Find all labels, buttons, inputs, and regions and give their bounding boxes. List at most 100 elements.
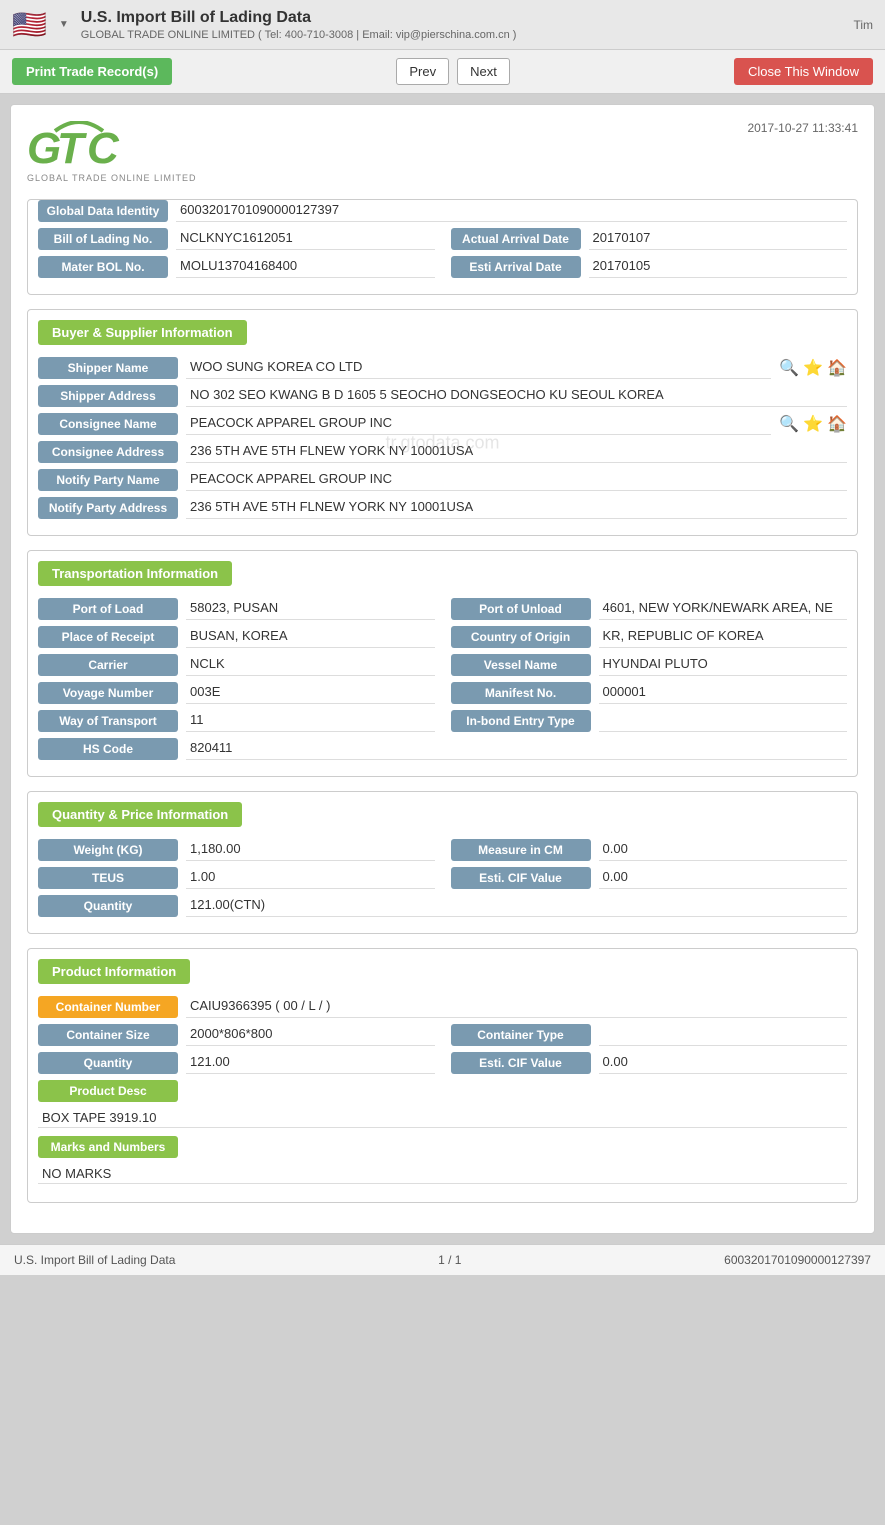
print-button[interactable]: Print Trade Record(s): [12, 58, 172, 85]
container-number-label: Container Number: [38, 996, 178, 1018]
notify-party-name-row: Notify Party Name PEACOCK APPAREL GROUP …: [38, 469, 847, 491]
port-of-unload-label: Port of Unload: [451, 598, 591, 620]
qp-row-2: TEUS 1.00 Esti. CIF Value 0.00: [38, 867, 847, 895]
footer-middle: 1 / 1: [438, 1253, 461, 1267]
search-icon[interactable]: 🔍: [779, 358, 799, 378]
marks-numbers-section: Marks and Numbers NO MARKS: [38, 1136, 847, 1184]
product-quantity-value: 121.00: [186, 1052, 435, 1074]
container-size-row: Container Size 2000*806*800: [38, 1024, 435, 1046]
product-esti-cif-row: Esti. CIF Value 0.00: [451, 1052, 848, 1074]
product-content: Container Number CAIU9366395 ( 00 / L / …: [28, 990, 857, 1202]
consignee-name-value: PEACOCK APPAREL GROUP INC: [186, 413, 771, 435]
top-bar: 🇺🇸 ▼ U.S. Import Bill of Lading Data GLO…: [0, 0, 885, 50]
port-of-load-label: Port of Load: [38, 598, 178, 620]
actual-arrival-row: Actual Arrival Date 20170107: [451, 228, 848, 250]
inbond-entry-value: [599, 710, 848, 732]
product-title: Product Information: [38, 959, 190, 984]
shipper-address-value: NO 302 SEO KWANG B D 1605 5 SEOCHO DONGS…: [186, 385, 847, 407]
quantity-price-content: Weight (KG) 1,180.00 Measure in CM 0.00 …: [28, 833, 857, 933]
prev-button[interactable]: Prev: [396, 58, 449, 85]
buyer-supplier-content: tr.gtodata.com Shipper Name WOO SUNG KOR…: [28, 351, 857, 535]
container-number-value: CAIU9366395 ( 00 / L / ): [186, 996, 847, 1018]
product-desc-label: Product Desc: [38, 1080, 178, 1102]
svg-text:C: C: [87, 124, 120, 173]
way-of-transport-label: Way of Transport: [38, 710, 178, 732]
weight-value: 1,180.00: [186, 839, 435, 861]
esti-cif-value: 0.00: [599, 867, 848, 889]
weight-label: Weight (KG): [38, 839, 178, 861]
buyer-supplier-title: Buyer & Supplier Information: [38, 320, 247, 345]
voyage-number-label: Voyage Number: [38, 682, 178, 704]
esti-arrival-value: 20170105: [589, 256, 848, 278]
inbond-entry-label: In-bond Entry Type: [451, 710, 591, 732]
port-of-unload-value: 4601, NEW YORK/NEWARK AREA, NE: [599, 598, 848, 620]
teus-value: 1.00: [186, 867, 435, 889]
marks-numbers-value: NO MARKS: [38, 1164, 847, 1184]
notify-party-address-value: 236 5TH AVE 5TH FLNEW YORK NY 10001USA: [186, 497, 847, 519]
place-of-receipt-value: BUSAN, KOREA: [186, 626, 435, 648]
esti-arrival-label: Esti Arrival Date: [451, 256, 581, 278]
logo-svg: G T C: [27, 121, 157, 181]
marks-numbers-label: Marks and Numbers: [38, 1136, 178, 1158]
master-bol-value: MOLU13704168400: [176, 256, 435, 278]
consignee-star-icon[interactable]: ⭐: [803, 414, 823, 434]
dropdown-arrow-icon[interactable]: ▼: [59, 19, 69, 30]
bol-label: Bill of Lading No.: [38, 228, 168, 250]
container-type-label: Container Type: [451, 1024, 591, 1046]
qp-quantity-row: Quantity 121.00(CTN): [38, 895, 847, 917]
global-data-identity-label: Global Data Identity: [38, 200, 168, 222]
carrier-row: Carrier NCLK: [38, 654, 435, 676]
measure-row: Measure in CM 0.00: [451, 839, 848, 861]
actual-arrival-value: 20170107: [589, 228, 848, 250]
master-bol-row: Mater BOL No. MOLU13704168400: [38, 256, 435, 278]
notify-party-name-value: PEACOCK APPAREL GROUP INC: [186, 469, 847, 491]
consignee-search-icon[interactable]: 🔍: [779, 414, 799, 434]
star-icon[interactable]: ⭐: [803, 358, 823, 378]
global-id-row: Global Data Identity 6003201701090000127…: [38, 200, 847, 222]
notify-party-address-row: Notify Party Address 236 5TH AVE 5TH FLN…: [38, 497, 847, 519]
product-esti-cif-value: 0.00: [599, 1052, 848, 1074]
page-title: U.S. Import Bill of Lading Data: [81, 9, 842, 27]
quantity-price-card: Quantity & Price Information Weight (KG)…: [27, 791, 858, 934]
port-of-load-row: Port of Load 58023, PUSAN: [38, 598, 435, 620]
weight-row: Weight (KG) 1,180.00: [38, 839, 435, 861]
doc-fields: Global Data Identity 6003201701090000127…: [28, 200, 857, 294]
footer-right: 6003201701090000127397: [724, 1253, 871, 1267]
toolbar: Print Trade Record(s) Prev Next Close Th…: [0, 50, 885, 94]
shipper-name-row: Shipper Name WOO SUNG KOREA CO LTD 🔍 ⭐ 🏠: [38, 357, 847, 379]
manifest-no-value: 000001: [599, 682, 848, 704]
transportation-content: Port of Load 58023, PUSAN Port of Unload…: [28, 592, 857, 776]
transport-row-2: Place of Receipt BUSAN, KOREA Country of…: [38, 626, 847, 654]
product-esti-cif-label: Esti. CIF Value: [451, 1052, 591, 1074]
place-of-receipt-label: Place of Receipt: [38, 626, 178, 648]
global-data-identity-value: 6003201701090000127397: [176, 200, 847, 222]
svg-text:T: T: [57, 124, 87, 173]
bol-row: Bill of Lading No. NCLKNYC1612051: [38, 228, 435, 250]
vessel-name-row: Vessel Name HYUNDAI PLUTO: [451, 654, 848, 676]
product-desc-value: BOX TAPE 3919.10: [38, 1108, 847, 1128]
consignee-home-icon[interactable]: 🏠: [827, 414, 847, 434]
measure-label: Measure in CM: [451, 839, 591, 861]
home-icon[interactable]: 🏠: [827, 358, 847, 378]
close-window-button[interactable]: Close This Window: [734, 58, 873, 85]
transport-row-5: Way of Transport 11 In-bond Entry Type: [38, 710, 847, 738]
transport-row-3: Carrier NCLK Vessel Name HYUNDAI PLUTO: [38, 654, 847, 682]
flag-icon: 🇺🇸: [12, 8, 47, 41]
product-row-2: Container Size 2000*806*800 Container Ty…: [38, 1024, 847, 1052]
carrier-label: Carrier: [38, 654, 178, 676]
measure-value: 0.00: [599, 839, 848, 861]
shipper-icons: 🔍 ⭐ 🏠: [779, 358, 847, 378]
container-size-value: 2000*806*800: [186, 1024, 435, 1046]
product-quantity-row: Quantity 121.00: [38, 1052, 435, 1074]
hs-code-value: 820411: [186, 738, 847, 760]
way-of-transport-row: Way of Transport 11: [38, 710, 435, 732]
master-bol-label: Mater BOL No.: [38, 256, 168, 278]
qp-quantity-label: Quantity: [38, 895, 178, 917]
teus-row: TEUS 1.00: [38, 867, 435, 889]
carrier-value: NCLK: [186, 654, 435, 676]
product-row-3: Quantity 121.00 Esti. CIF Value 0.00: [38, 1052, 847, 1080]
next-button[interactable]: Next: [457, 58, 510, 85]
vessel-name-label: Vessel Name: [451, 654, 591, 676]
country-of-origin-value: KR, REPUBLIC OF KOREA: [599, 626, 848, 648]
port-of-unload-row: Port of Unload 4601, NEW YORK/NEWARK ARE…: [451, 598, 848, 620]
